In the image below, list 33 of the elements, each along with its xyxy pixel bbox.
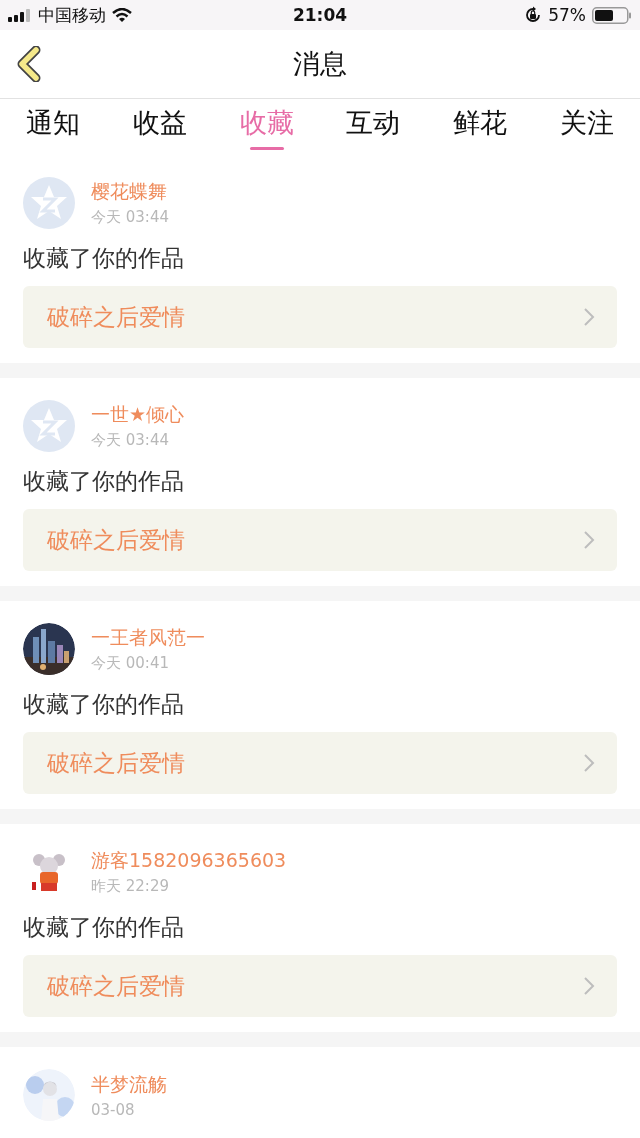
timestamp: 今天 03:44 <box>91 431 170 450</box>
message-text: 收藏了你的作品 <box>23 244 185 273</box>
tab[interactable]: 互动 <box>346 99 401 155</box>
chevron-icon <box>583 307 595 327</box>
chevron-icon <box>583 753 595 773</box>
timestamp: 今天 00:41 <box>91 654 170 673</box>
message-text: 收藏了你的作品 <box>23 913 185 942</box>
message-text: 收藏了你的作品 <box>23 690 185 719</box>
tab[interactable]: 收益 <box>132 99 187 155</box>
tab[interactable]: 关注 <box>560 99 614 155</box>
wifi-icon <box>112 7 132 23</box>
signal-icon <box>8 8 32 22</box>
rotation-lock-icon <box>524 6 543 24</box>
user-name: 一王者风范一 <box>91 625 205 650</box>
tab[interactable]: 鲜花 <box>453 99 508 155</box>
timestamp: 昨天 22:29 <box>91 877 170 896</box>
tab[interactable]: 通知 <box>26 99 80 155</box>
default-avatar-icon <box>23 177 75 229</box>
clock-time: 21:04 <box>292 5 348 25</box>
battery-percent: 57% <box>548 5 586 25</box>
page-title: 消息 <box>293 47 347 81</box>
default-avatar-icon <box>23 400 75 452</box>
user-name: 游客1582096365603 <box>91 848 287 873</box>
timestamp: 03-08 <box>91 1100 136 1119</box>
user-name: 半梦流觞 <box>91 1071 167 1097</box>
timestamp: 今天 03:44 <box>91 208 169 227</box>
carrier-name: 中国移动 <box>38 3 106 27</box>
chevron-icon <box>583 530 595 550</box>
chevron-icon <box>583 976 595 996</box>
user-name: 樱花蝶舞 <box>91 179 168 204</box>
battery-icon <box>592 6 632 24</box>
user-name: 一世★倾心 <box>91 402 185 427</box>
message-text: 收藏了你的作品 <box>23 467 185 496</box>
